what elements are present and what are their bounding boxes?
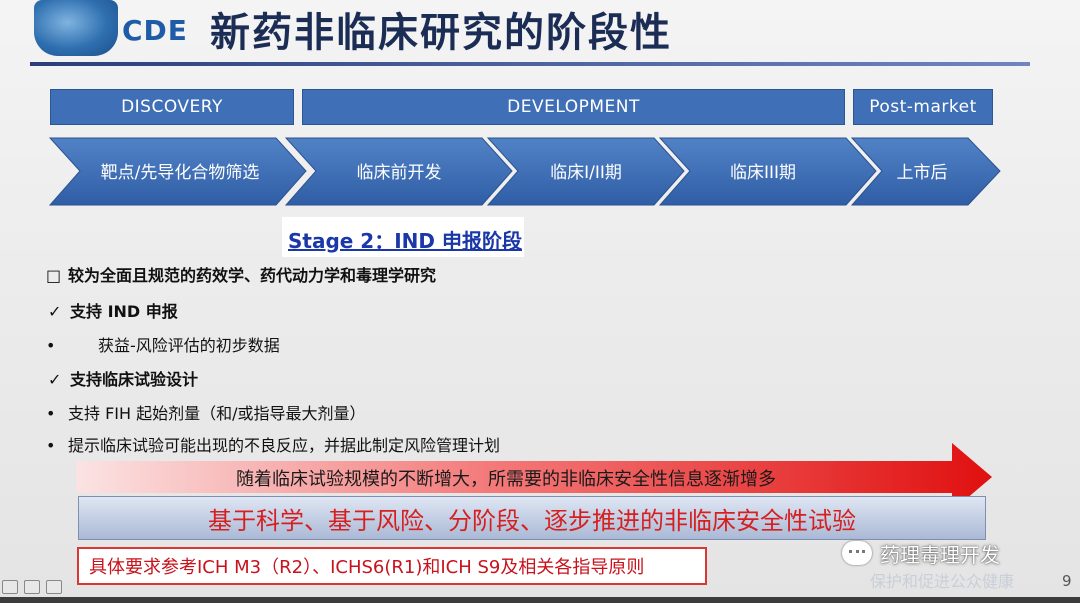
pen-tool-icon[interactable] [2,580,18,594]
slides-icon[interactable] [24,580,40,594]
stage-label-2: 临床前开发 [356,163,442,183]
wechat-watermark: 药理毒理开发 [842,538,1000,568]
check-item-ind: ✓ 支持 IND 申报 [48,298,178,322]
menu-icon[interactable] [46,580,62,594]
stage-label-5: 上市后 [896,163,948,183]
dot-bullet-icon: • [46,336,56,355]
bullet-item-benefit-risk: • 获益-风险评估的初步数据 [46,332,280,356]
stage-label-3: 临床I/II期 [550,163,622,183]
main-point-text: 较为全面且规范的药效学、药代动力学和毒理学研究 [68,266,437,285]
principle-banner: 基于科学、基于风险、分阶段、逐步推进的非临床安全性试验 [78,496,986,540]
wechat-icon [842,541,872,565]
page-number: 9 [1062,572,1072,590]
arrow-caption: 随着临床试验规模的不断增大，所需要的非临床安全性信息逐渐增多 [236,469,776,490]
viewer-toolbar [2,580,62,594]
check-item-trial-design: ✓ 支持临床试验设计 [48,366,198,390]
check-item-trial-design-text: 支持临床试验设计 [70,370,199,389]
check-item-ind-text: 支持 IND 申报 [70,302,178,321]
dot-bullet-icon: • [46,436,56,455]
stage-label-1: 靶点/先导化合物筛选 [100,163,260,183]
stage-heading: Stage 2：IND 申报阶段 [282,217,524,257]
checkmark-icon: ✓ [48,370,62,389]
bullet-item-fih-dose-text: 支持 FIH 起始剂量（和/或指导最大剂量） [68,404,366,423]
faded-slogan: 保护和促进公众健康 [870,572,1015,591]
bullet-item-benefit-risk-text: 获益-风险评估的初步数据 [98,336,280,355]
watermark-name: 药理毒理开发 [880,542,1000,567]
bottom-bar [0,597,1080,603]
checkmark-icon: ✓ [48,302,62,321]
main-point: □ 较为全面且规范的药效学、药代动力学和毒理学研究 [46,262,436,286]
reference-note: 具体要求参考ICH M3（R2）、ICHS6(R1)和ICH S9及相关各指导原… [77,547,707,585]
bullet-item-fih-dose: • 支持 FIH 起始剂量（和/或指导最大剂量） [46,400,366,424]
square-bullet-icon: □ [46,266,62,285]
dot-bullet-icon: • [46,404,56,423]
